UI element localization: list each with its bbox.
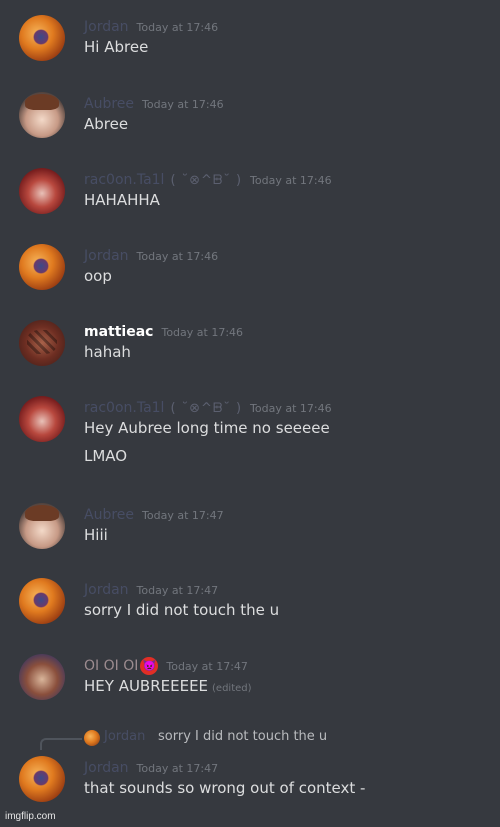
reply-username[interactable]: Jordan — [104, 729, 145, 744]
avatar[interactable] — [19, 654, 65, 700]
timestamp: Today at 17:46 — [250, 402, 332, 415]
message-text-content: HEY AUBREEEEE — [84, 677, 209, 695]
message: OI OI OI 👿 Today at 17:47 HEY AUBREEEEE (ed… — [0, 654, 500, 714]
message-text: hahah — [84, 343, 131, 361]
message-text: Hiii — [84, 526, 108, 544]
kaomoji-emote: ( ˘⊗^ᗸ˘ ) — [170, 401, 243, 416]
avatar[interactable] — [19, 15, 65, 61]
message: Aubree Today at 17:47 Hiii — [0, 503, 500, 563]
message: rac0on.Ta1l ( ˘⊗^ᗸ˘ ) Today at 17:46 Hey A… — [0, 396, 500, 480]
message-header: mattieac Today at 17:46 — [84, 321, 243, 341]
message-text: LMAO — [84, 447, 128, 465]
reply-text[interactable]: sorry I did not touch the u — [158, 729, 327, 744]
kaomoji-emote: ( ˘⊗^ᗸ˘ ) — [170, 173, 243, 188]
message-text: that sounds so wrong out of context - — [84, 779, 366, 797]
message: Jordan Today at 17:47 sorry I did not tou… — [0, 578, 500, 638]
message-header: OI OI OI 👿 Today at 17:47 — [84, 655, 248, 675]
message: Jordan Today at 17:46 oop — [0, 244, 500, 304]
message: Jordan Today at 17:47 that sounds so wron… — [0, 756, 500, 816]
username[interactable]: Aubree — [84, 507, 134, 523]
message: mattieac Today at 17:46 hahah — [0, 320, 500, 380]
message-text: oop — [84, 267, 112, 285]
message-header: Aubree Today at 17:46 — [84, 93, 224, 113]
message-text: HAHAHHA — [84, 191, 160, 209]
message-text: HEY AUBREEEEE (edited) — [84, 677, 252, 695]
avatar[interactable] — [19, 168, 65, 214]
username[interactable]: Jordan — [84, 582, 129, 598]
message-header: Jordan Today at 17:47 — [84, 579, 218, 599]
username[interactable]: Jordan — [84, 19, 129, 35]
username[interactable]: rac0on.Ta1l — [84, 400, 164, 416]
message-header: Aubree Today at 17:47 — [84, 504, 224, 524]
message-header: Jordan Today at 17:46 — [84, 245, 218, 265]
watermark: imgflip.com — [5, 811, 56, 822]
timestamp: Today at 17:46 — [250, 174, 332, 187]
message-header: Jordan Today at 17:46 — [84, 16, 218, 36]
reply-connector — [40, 738, 82, 750]
username[interactable]: Jordan — [84, 760, 129, 776]
avatar[interactable] — [19, 396, 65, 442]
message: Jordan Today at 17:46 Hi Abree — [0, 15, 500, 75]
message-header: rac0on.Ta1l ( ˘⊗^ᗸ˘ ) Today at 17:46 — [84, 397, 332, 417]
timestamp: Today at 17:47 — [136, 584, 219, 597]
username[interactable]: mattieac — [84, 324, 153, 340]
avatar[interactable] — [19, 503, 65, 549]
message-text: sorry I did not touch the u — [84, 601, 280, 619]
username[interactable]: OI OI OI — [84, 658, 138, 674]
avatar[interactable] — [19, 244, 65, 290]
username[interactable]: Jordan — [84, 248, 129, 264]
message-header: rac0on.Ta1l ( ˘⊗^ᗸ˘ ) Today at 17:46 — [84, 169, 332, 189]
avatar[interactable] — [19, 756, 65, 802]
reply-avatar — [84, 730, 100, 746]
timestamp: Today at 17:46 — [142, 98, 224, 111]
message-text: Abree — [84, 115, 129, 133]
devil-emoji-icon: 👿 — [140, 656, 159, 675]
avatar[interactable] — [19, 92, 65, 138]
timestamp: Today at 17:47 — [136, 762, 219, 775]
message-text: Hi Abree — [84, 38, 149, 56]
message: rac0on.Ta1l ( ˘⊗^ᗸ˘ ) Today at 17:46 HAHAH… — [0, 168, 500, 228]
edited-tag: (edited) — [212, 683, 252, 694]
timestamp: Today at 17:46 — [161, 326, 244, 339]
timestamp: Today at 17:47 — [166, 660, 248, 673]
timestamp: Today at 17:46 — [136, 21, 219, 34]
message-header: Jordan Today at 17:47 — [84, 757, 218, 777]
username[interactable]: rac0on.Ta1l — [84, 172, 164, 188]
avatar[interactable] — [19, 320, 65, 366]
reply-reference[interactable]: Jordan sorry I did not touch the u — [0, 727, 500, 750]
message: Aubree Today at 17:46 Abree — [0, 92, 500, 152]
timestamp: Today at 17:47 — [142, 509, 224, 522]
message-text: Hey Aubree long time no seeeee — [84, 419, 330, 437]
username[interactable]: Aubree — [84, 96, 134, 112]
timestamp: Today at 17:46 — [136, 250, 219, 263]
avatar[interactable] — [19, 578, 65, 624]
